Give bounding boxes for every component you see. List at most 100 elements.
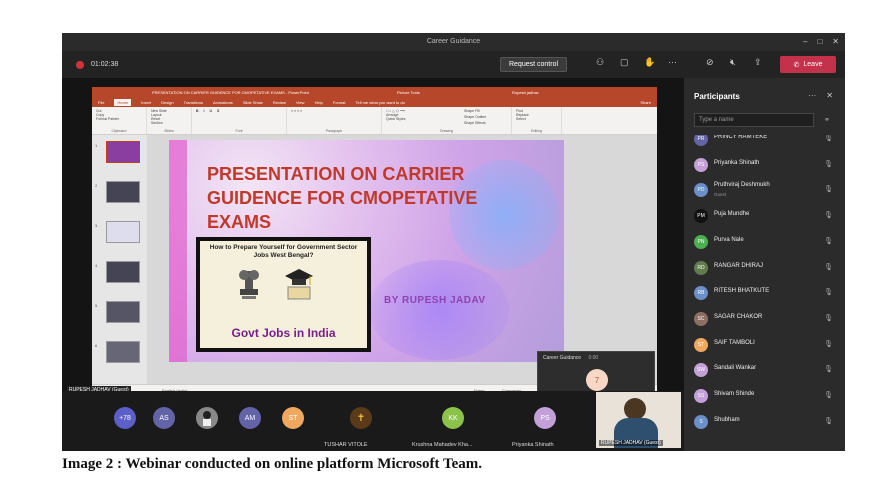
mic-muted-icon[interactable]: 🎙︎: [824, 185, 833, 193]
tab-animations[interactable]: Animations: [213, 100, 233, 105]
drawing-label: Drawing: [440, 129, 453, 133]
slide-thumbnails: 1 2 3 4 5 6: [92, 135, 147, 384]
raise-hand-icon[interactable]: ✋: [644, 57, 655, 68]
floating-timer: 0:00: [588, 355, 599, 361]
format-painter-button[interactable]: Format Painter: [96, 117, 142, 121]
more-options-icon[interactable]: ···: [808, 91, 816, 100]
participant-row[interactable]: SC SAGAR CHAKOR 🎙︎: [694, 309, 839, 329]
slide-thumb[interactable]: [106, 301, 140, 323]
ppt-context-tab: Picture Tools: [397, 90, 420, 95]
mic-muted-icon[interactable]: 🎙︎: [824, 314, 833, 322]
shape-outline-button[interactable]: Shape Outline: [464, 115, 486, 119]
mic-muted-icon[interactable]: 🎙︎: [824, 135, 833, 142]
participant-name: SAIF TAMBOLI: [714, 339, 755, 346]
mic-muted-icon[interactable]: 🎙︎: [824, 340, 833, 348]
share-button[interactable]: Share: [640, 100, 651, 105]
editing-label: Editing: [531, 129, 542, 133]
participant-row[interactable]: RD RANGAR DHIRAJ 🎙︎: [694, 258, 839, 278]
tab-file[interactable]: File: [98, 100, 104, 105]
mic-muted-icon[interactable]: 🎙︎: [824, 237, 833, 245]
mic-muted-icon[interactable]: 🎙︎: [824, 365, 833, 373]
select-button[interactable]: Select: [516, 117, 557, 121]
camera-off-icon[interactable]: ⊘: [706, 57, 714, 68]
participant-name: Priyanka Shinath: [512, 442, 554, 448]
thumb-number: 5: [95, 303, 98, 308]
participants-icon[interactable]: ⚇: [596, 57, 604, 68]
editing-group: Find Replace Select Editing: [512, 107, 562, 134]
paragraph-icons[interactable]: ≡ ≡ ≡ ≡: [291, 109, 377, 113]
tab-design[interactable]: Design: [161, 100, 173, 105]
thumb-number: 6: [95, 343, 98, 348]
slide-thumb[interactable]: [106, 141, 140, 163]
participant-row[interactable]: PR PRINCY RAMTEKE 🎙︎: [694, 135, 839, 149]
tell-me-box[interactable]: Tell me what you want to do: [355, 100, 404, 105]
cross-avatar: ✝: [350, 407, 372, 429]
participant-name: Shivam Shinde: [714, 391, 755, 397]
slide-thumb[interactable]: [106, 221, 140, 243]
close-panel-icon[interactable]: ✕: [826, 91, 833, 100]
participant-row[interactable]: ST SAIF TAMBOLI 🎙︎: [694, 335, 839, 355]
overflow-participants-avatar[interactable]: +78: [114, 407, 136, 429]
participant-row[interactable]: RB RITESH BHATKUTE 🎙︎: [694, 283, 839, 303]
slide-thumb[interactable]: [106, 261, 140, 283]
picture-caption: Govt Jobs in India: [231, 326, 336, 340]
tab-format[interactable]: Format: [333, 100, 346, 105]
minimize-icon[interactable]: –: [803, 37, 807, 46]
slide-author: BY RUPESH JADAV: [384, 295, 486, 306]
tab-slideshow[interactable]: Slide Show: [243, 100, 263, 105]
tab-view[interactable]: View: [296, 100, 305, 105]
participant-row[interactable]: S Shubham 🎙︎: [694, 412, 839, 432]
phone-icon: ✆: [793, 61, 800, 69]
slide-picture[interactable]: How to Prepare Yourself for Government S…: [196, 237, 371, 352]
participant-row[interactable]: SW Sandali Wankar 🎙︎: [694, 360, 839, 380]
close-icon[interactable]: ✕: [832, 37, 839, 46]
participant-row[interactable]: SS Shivam Shinde 🎙︎: [694, 386, 839, 406]
mic-muted-icon[interactable]: 🎙︎: [824, 391, 833, 399]
picture-subtitle: How to Prepare Yourself for Government S…: [209, 244, 358, 259]
participant-name: RITESH BHATKUTE: [714, 288, 770, 295]
tab-review[interactable]: Review: [273, 100, 286, 105]
participant-avatar: PS: [694, 157, 708, 172]
more-icon[interactable]: ···: [668, 57, 677, 67]
participant-row[interactable]: PN Purva Nale 🎙︎: [694, 232, 839, 252]
presenter-video[interactable]: RUPESH JADHAV (Guest): [596, 392, 681, 448]
section-button[interactable]: Section: [151, 121, 187, 125]
share-icon[interactable]: ⇪: [754, 57, 762, 68]
participant-row[interactable]: PD Pruthviraj Deshmukh Guest 🎙︎: [694, 180, 839, 200]
participant-avatar: KK: [442, 407, 464, 429]
participant-avatar: RB: [694, 286, 708, 301]
mic-muted-icon[interactable]: 🎙︎: [824, 417, 833, 425]
shape-effects-button[interactable]: Shape Effects: [464, 121, 486, 125]
slide-thumb[interactable]: [106, 181, 140, 203]
maximize-icon[interactable]: □: [817, 37, 822, 46]
participant-row[interactable]: PS Priyanka Shinath 🎙︎: [694, 155, 839, 175]
leave-button[interactable]: ✆ Leave: [780, 56, 836, 73]
shape-fill-button[interactable]: Shape Fill: [464, 109, 480, 113]
chat-icon[interactable]: ▢: [620, 57, 629, 68]
mic-muted-icon[interactable]: 🎙︎: [824, 288, 833, 296]
participant-avatar: PR: [694, 135, 708, 146]
mute-icon[interactable]: 🔇︎: [730, 57, 736, 68]
tab-transitions[interactable]: Transitions: [184, 100, 203, 105]
participant-avatar: SS: [694, 389, 708, 403]
participant-avatar: PD: [694, 183, 708, 198]
mic-muted-icon[interactable]: 🎙︎: [824, 263, 833, 271]
tab-help[interactable]: Help: [315, 100, 323, 105]
paragraph-group: ≡ ≡ ≡ ≡ Paragraph: [287, 107, 382, 134]
participants-header: Participants: [694, 92, 740, 101]
tab-home[interactable]: Home: [114, 99, 132, 106]
mic-muted-icon[interactable]: 🎙︎: [824, 160, 833, 168]
tab-insert[interactable]: Insert: [141, 100, 151, 105]
quick-styles-button[interactable]: Quick Styles: [386, 117, 507, 121]
participant-avatar: PM: [694, 209, 708, 224]
participant-avatar: AM: [239, 407, 261, 429]
font-format-icons[interactable]: B I U S: [196, 109, 282, 113]
participant-search-input[interactable]: Type a name: [694, 113, 814, 127]
participant-name: Krushna Mahadev Kha...: [412, 442, 473, 448]
share-invite-icon[interactable]: ⚭: [824, 116, 830, 124]
slide-thumb[interactable]: [106, 341, 140, 363]
participant-row[interactable]: PM Puja Mundhe 🎙︎: [694, 206, 839, 226]
current-slide[interactable]: PRESENTATION ON CARRIER GUIDENCE FOR CMO…: [169, 140, 564, 362]
request-control-button[interactable]: Request control: [500, 57, 567, 72]
mic-muted-icon[interactable]: 🎙︎: [824, 211, 833, 219]
